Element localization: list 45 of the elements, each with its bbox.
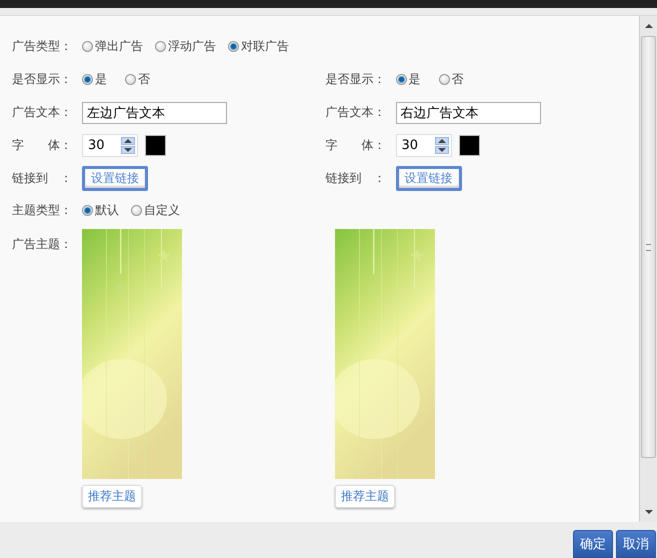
field-label: 是否显示：: [12, 71, 73, 88]
radio-button[interactable]: [82, 205, 93, 216]
radio-option[interactable]: 否: [438, 71, 464, 88]
field-label: 字 体：: [326, 137, 386, 154]
field-label: 广告文本：: [326, 104, 386, 121]
radio-button[interactable]: [82, 41, 93, 52]
radio-button[interactable]: [155, 41, 166, 52]
color-swatch[interactable]: [145, 135, 166, 156]
set-link-button[interactable]: 设置链接: [82, 166, 148, 191]
field-label: 链接到 ：: [326, 170, 386, 187]
radio-option[interactable]: 自定义: [131, 202, 180, 219]
scroll-up-icon[interactable]: [644, 24, 652, 28]
radio-button[interactable]: [396, 74, 406, 85]
scrollbar-thumb[interactable]: [641, 36, 656, 458]
radio-button[interactable]: [125, 74, 136, 85]
dialog-button[interactable]: 确定: [573, 530, 613, 558]
field-label: 链接到 ：: [12, 170, 73, 187]
down-arrow-icon[interactable]: [124, 148, 132, 152]
field-label: 广告文本：: [12, 104, 73, 121]
radio-option[interactable]: 否: [125, 71, 150, 88]
set-link-button[interactable]: 设置链接: [396, 166, 462, 191]
field-label: 是否显示：: [326, 71, 386, 88]
field-label: 主题类型：: [12, 202, 73, 219]
radio-option[interactable]: 是: [82, 71, 107, 88]
field-label: 字 体：: [12, 137, 73, 154]
radio-option[interactable]: 弹出广告: [82, 38, 143, 55]
down-arrow-icon[interactable]: [438, 148, 446, 152]
radio-option[interactable]: 是: [396, 71, 420, 88]
text-field[interactable]: 左边广告文本: [82, 102, 227, 124]
radio-option[interactable]: 默认: [82, 202, 119, 219]
radio-button[interactable]: [131, 205, 142, 216]
field-label: 广告类型：: [12, 38, 73, 55]
scrollbar[interactable]: [639, 16, 657, 522]
radio-option[interactable]: 浮动广告: [155, 38, 216, 55]
dialog-button[interactable]: 取消: [616, 530, 656, 558]
recommend-theme-button[interactable]: 推荐主题: [82, 485, 142, 508]
scroll-down-icon[interactable]: [644, 510, 652, 514]
field-label: 广告主题：: [12, 236, 73, 253]
radio-button[interactable]: [438, 74, 450, 85]
radio-option[interactable]: 对联广告: [228, 38, 289, 55]
recommend-theme-button[interactable]: 推荐主题: [335, 485, 395, 508]
radio-button[interactable]: [82, 74, 93, 85]
radio-button[interactable]: [228, 41, 239, 52]
color-swatch[interactable]: [458, 135, 480, 156]
text-field[interactable]: 右边广告文本: [396, 102, 540, 124]
